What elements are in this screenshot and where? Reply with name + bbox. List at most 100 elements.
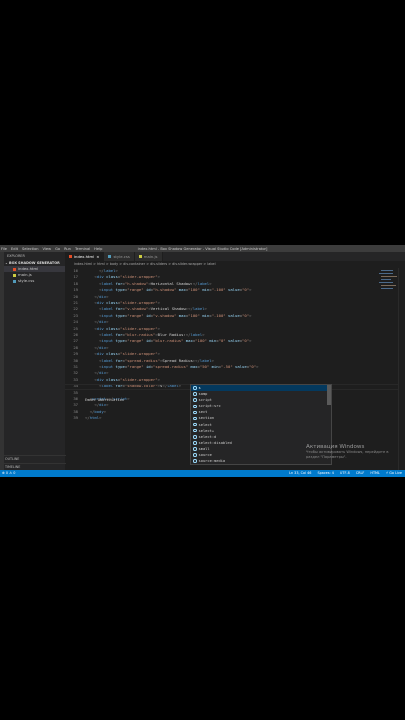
code-token: "range" — [127, 287, 144, 293]
code-token: "range" — [127, 338, 144, 344]
line-content: <label for="spread-radius">Spread Radius… — [99, 358, 214, 364]
file-type-icon — [13, 267, 16, 271]
tab-label: style.css — [113, 254, 130, 259]
outline-section[interactable]: OUTLINE — [4, 455, 66, 462]
code-token: "v-shadow" — [153, 312, 177, 318]
file-list: index.html main.js style.css — [4, 266, 65, 284]
windows-activation-watermark: Активация Windows Чтобы активировать Win… — [306, 444, 405, 459]
code-token: "50" — [199, 364, 210, 369]
code-token: label — [101, 306, 114, 312]
line-number: 26 — [73, 332, 78, 337]
code-token: "slider-wrapper" — [120, 376, 158, 382]
tab-style-css[interactable]: style.css — [104, 252, 135, 261]
suggestion-item[interactable]: source:media — [191, 458, 331, 464]
timeline-section[interactable]: TIMELINE — [4, 463, 66, 470]
status-item[interactable]: ⚡ Go Live — [386, 470, 402, 477]
line-content: <input type="range" id="spread-radius" m… — [99, 364, 258, 370]
code-token: label — [197, 280, 210, 286]
code-token: "-50" — [220, 364, 233, 369]
tab-index-html[interactable]: index.html × — [65, 252, 105, 261]
code-token: div — [96, 300, 104, 305]
line-content: <div class="slider-wrapper"> — [94, 377, 160, 383]
code-token: input — [101, 287, 114, 293]
code-token: div — [96, 274, 104, 280]
code-token: > — [202, 332, 205, 337]
window-title: index.html - Box Shadow Generator - Visu… — [137, 246, 268, 251]
code-token: for — [115, 306, 123, 312]
breadcrumb[interactable]: index.html > html > body > div.container… — [65, 261, 405, 268]
code-token: input — [101, 364, 114, 369]
line-number: 29 — [73, 351, 78, 357]
emmet-abbreviation-hint: Emmet Abbreviation — [85, 398, 124, 402]
line-content: </div> — [94, 294, 108, 300]
code-token: for — [115, 280, 123, 286]
code-token: "slider-wrapper" — [120, 274, 158, 280]
status-item[interactable]: HTML — [370, 470, 379, 477]
code-editor[interactable]: 39 </html> 38 </body> 37 </div> 36 <script></sc… — [65, 268, 405, 470]
code-token: Horizontal Shadow: — [150, 280, 193, 286]
file-type-icon — [138, 255, 142, 258]
line-content: <label for="v-shadow">Vertical Shadow:</… — [99, 306, 207, 312]
code-token: for — [115, 332, 123, 337]
line-content: </div> — [94, 345, 108, 351]
file-type-icon — [108, 255, 112, 258]
editor-scrollbar[interactable] — [398, 268, 405, 470]
code-token: label — [101, 332, 114, 337]
status-item[interactable]: CRLF — [356, 470, 365, 477]
status-item[interactable]: Spaces: 4 — [317, 470, 333, 477]
status-item[interactable]: Ln 33, Col 46 — [289, 470, 311, 477]
code-token: "blur-radius" — [124, 332, 156, 337]
line-content: </html> — [85, 415, 101, 421]
line-number: 21 — [73, 300, 78, 305]
code-token: value — [235, 364, 247, 369]
line-content: </div> — [94, 319, 108, 325]
explorer-sidebar: EXPLORER ⌄ BOX SHADOW GENERATOR index.ht… — [4, 252, 66, 470]
code-token: label — [192, 306, 205, 312]
snippet-icon — [193, 453, 197, 457]
file-type-icon — [13, 279, 16, 283]
code-token: label — [103, 268, 116, 273]
code-token: "0" — [218, 338, 226, 344]
snippet-icon — [193, 441, 197, 445]
code-token: > — [249, 338, 252, 344]
code-token: "-100" — [211, 287, 226, 293]
code-token: "h-shadow" — [124, 280, 149, 286]
explorer-header: EXPLORER — [7, 254, 25, 258]
code-token: > — [106, 344, 109, 350]
suggestion-scrollbar[interactable] — [327, 385, 331, 405]
code-token: class — [106, 325, 118, 331]
code-token: min — [211, 364, 219, 369]
code-token: "range" — [127, 312, 144, 318]
code-token: value — [228, 312, 240, 318]
status-problems[interactable]: ⊗ 0 ⚠ 0 — [2, 470, 15, 477]
tab-label: index.html — [74, 254, 95, 259]
file-item-style-css[interactable]: style.css — [4, 278, 65, 284]
code-token: label — [190, 332, 203, 337]
line-number: 23 — [73, 312, 78, 318]
code-token: > — [211, 357, 214, 363]
tab-main-js[interactable]: main.js — [134, 252, 163, 261]
snippet-icon — [193, 447, 197, 451]
minimap[interactable] — [379, 268, 397, 298]
code-token: "range" — [127, 364, 144, 369]
code-token: class — [106, 376, 118, 382]
code-token: max — [178, 312, 186, 318]
line-content: <input type="range" id="h-shadow" max="1… — [99, 287, 251, 293]
close-icon[interactable]: × — [96, 252, 99, 261]
code-token: body — [94, 408, 104, 414]
code-token: Vertical Shadow: — [150, 306, 189, 312]
code-token: div — [96, 351, 104, 357]
code-token: type — [115, 364, 125, 369]
code-token: > — [106, 370, 109, 376]
editor-tabs: index.html × style.css main.js — [65, 252, 405, 261]
status-item[interactable]: UTF-8 — [340, 470, 350, 477]
code-token: "slider-wrapper" — [120, 351, 158, 357]
snippet-icon — [193, 410, 197, 415]
watermark-line-2: раздел "Параметры". — [306, 454, 347, 459]
line-content: <label for="h-shadow">Horizontal Shadow:… — [99, 281, 211, 287]
line-number: 39 — [73, 415, 78, 421]
line-number: 16 — [73, 268, 78, 273]
line-content: </div> — [94, 370, 108, 376]
line-content: <div class="slider-wrapper"> — [94, 300, 160, 306]
code-token: input — [101, 338, 114, 344]
